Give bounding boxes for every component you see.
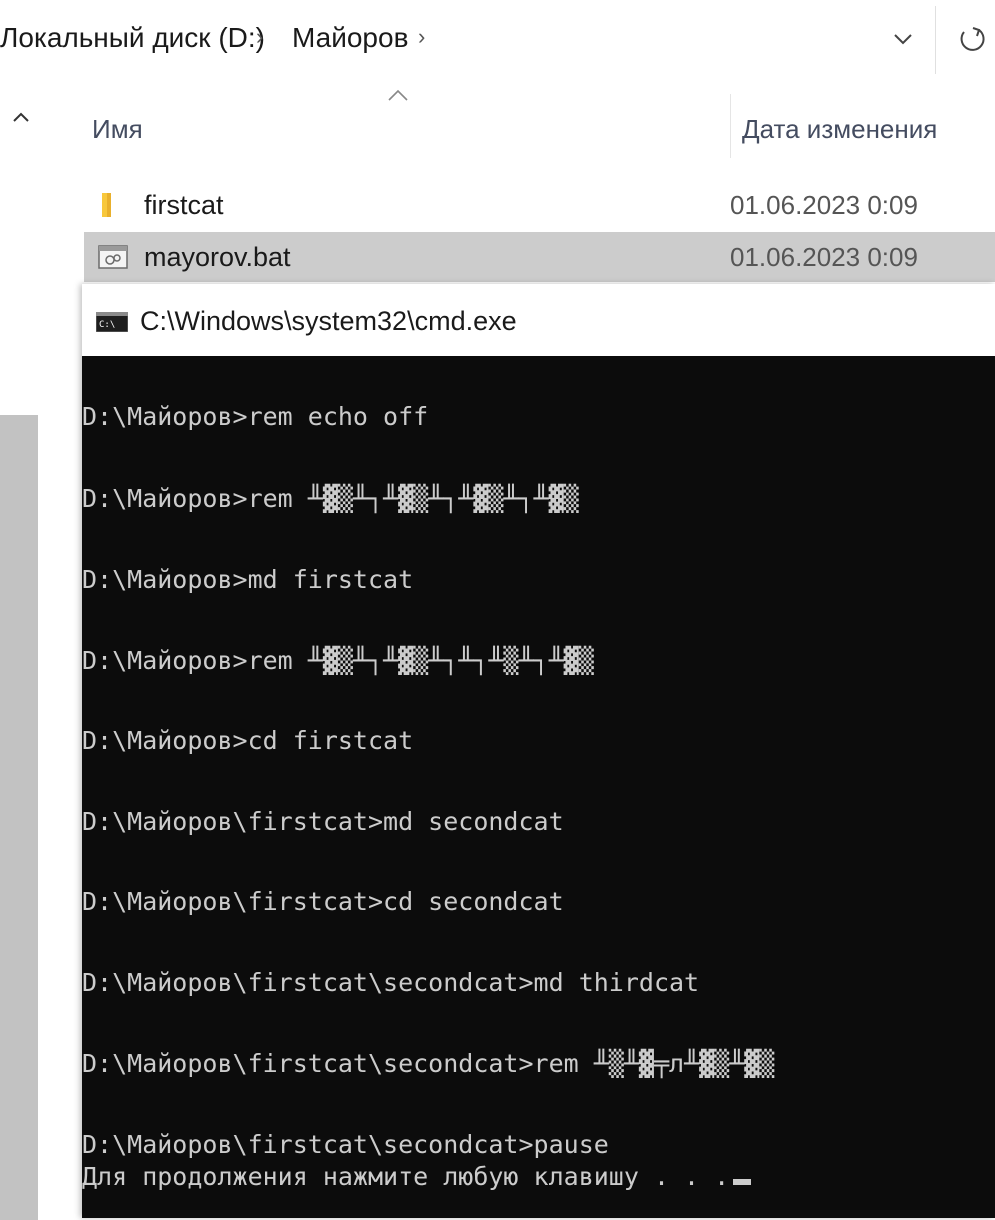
file-name: mayorov.bat [144,242,291,272]
console-output[interactable]: D:\Майоров>rem echo off D:\Майоров>rem ╨… [82,356,995,1218]
console-line: D:\Майоров>rem echo off [82,402,429,431]
text-cursor [733,1179,752,1185]
navigation-pane[interactable] [0,80,48,1220]
address-bar[interactable]: Локальный диск (D:) › Майоров › [0,0,995,81]
console-line: D:\Майоров>rem ╨▓▒╨┐╨▓▒╨┐╨▓▒╨┐╨▓▒ [82,484,579,513]
file-row-mayorov-bat[interactable]: mayorov.bat 01.06.2023 0:09 [84,232,995,282]
sort-ascending-icon [388,89,408,101]
console-line: D:\Майоров>cd firstcat [82,726,414,755]
console-line: Для продолжения нажмите любую клавишу . … [82,1162,730,1191]
folder-icon [102,193,111,217]
refresh-icon[interactable] [955,22,989,56]
scroll-up-icon[interactable] [10,106,32,128]
breadcrumb-separator[interactable]: › [418,24,425,50]
console-line: D:\Майоров\firstcat\secondcat>rem ╨▒╨▓╤л… [82,1049,775,1078]
console-icon: C:\ [96,312,128,332]
console-line: D:\Майоров\firstcat\secondcat>md thirdca… [82,968,700,997]
console-line: D:\Майоров\firstcat>md secondcat [82,807,564,836]
column-header-name[interactable]: Имя [92,114,143,145]
file-row-firstcat[interactable]: firstcat 01.06.2023 0:09 [84,180,995,230]
console-window[interactable]: C:\ C:\Windows\system32\cmd.exe D:\Майор… [82,284,995,1218]
chevron-down-icon[interactable] [890,26,916,52]
scrollbar-thumb[interactable] [0,415,38,1220]
console-line: D:\Майоров>md firstcat [82,565,414,594]
file-date: 01.06.2023 0:09 [730,190,918,220]
file-name: firstcat [144,190,224,220]
console-line: D:\Майоров\firstcat\secondcat>pause [82,1130,609,1159]
console-title: C:\Windows\system32\cmd.exe [140,306,517,336]
console-line: D:\Майоров>rem ╨▓▒╨┐╨▓▒╨┐╨┐╨▒╨┐╨▓▒ [82,646,594,675]
breadcrumb-local-disk[interactable]: Локальный диск (D:) [0,22,265,54]
console-prompt-line: Для продолжения нажмите любую клавишу . … [82,1162,752,1192]
address-divider [935,6,936,74]
column-header-date[interactable]: Дата изменения [742,114,937,145]
column-divider[interactable] [730,94,731,158]
console-line: D:\Майоров\firstcat>cd secondcat [82,887,564,916]
breadcrumb-mayorov[interactable]: Майоров [292,22,408,54]
svg-text:C:\: C:\ [99,320,115,330]
batch-file-icon [98,245,128,269]
file-date: 01.06.2023 0:09 [730,242,918,272]
console-title-bar[interactable]: C:\ C:\Windows\system32\cmd.exe [82,284,995,356]
breadcrumb-separator[interactable]: › [256,24,263,50]
